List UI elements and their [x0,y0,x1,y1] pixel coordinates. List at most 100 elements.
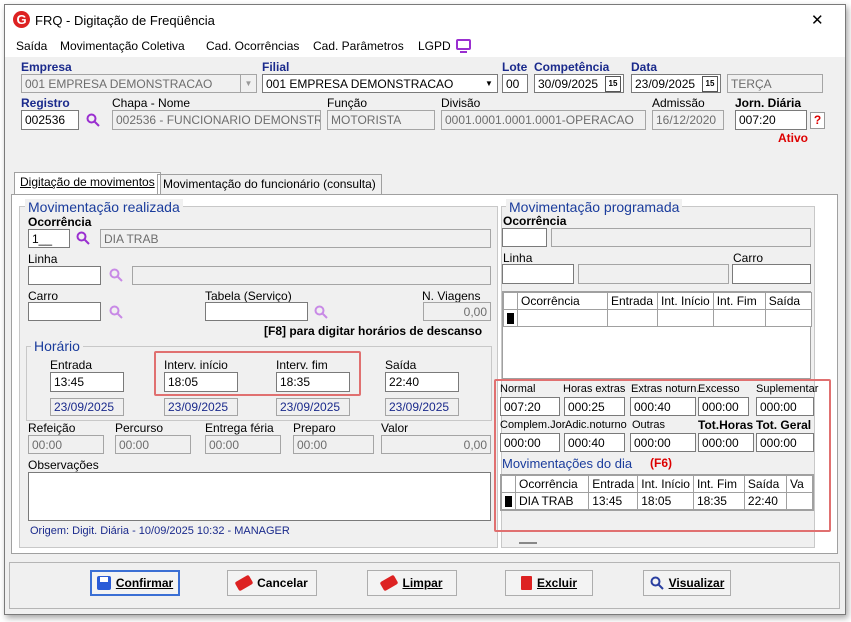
tab-digitacao[interactable]: Digitação de movimentos [14,172,161,194]
table-cell [785,492,813,510]
horario-title: Horário [31,338,83,354]
menu-movimentacao-coletiva[interactable]: Movimentação Coletiva [60,39,185,53]
table-cell [501,475,516,493]
interv-inicio-date: 23/09/2025 [164,398,238,416]
registro-input[interactable]: 002536 [21,110,79,130]
prog-linha-input[interactable] [502,264,574,284]
scroll-indicator[interactable] [519,542,537,544]
trash-icon [520,576,532,590]
search-icon[interactable] [314,305,328,319]
observacoes-textarea[interactable] [28,472,491,521]
menu-lgpd[interactable]: LGPD [418,39,451,53]
save-icon [96,576,111,590]
confirmar-button[interactable]: Confirmar [90,570,180,596]
table-row[interactable]: DIA TRAB 13:45 18:05 18:35 22:40 [501,492,813,510]
interv-fim-label: Interv. fim [276,358,328,372]
table-header: Ocorrência [514,475,590,493]
table-header-row: Ocorrência Entrada Int. Início Int. Fim … [503,292,812,310]
ocorrencia-code-input[interactable]: 1__ [28,229,70,248]
adic-field: 000:40 [564,433,625,452]
tabela-input[interactable] [205,302,308,321]
viagens-label: N. Viagens [422,289,481,303]
table-header: Entrada [588,475,639,493]
preparo-field: 00:00 [293,435,374,454]
app-logo-icon: G [13,11,30,28]
data-label: Data [631,60,658,74]
linha-label: Linha [28,252,58,266]
linha-input[interactable] [28,266,101,285]
table-cell: 13:45 [588,492,639,510]
carro-label: Carro [28,289,59,303]
search-icon[interactable] [86,113,100,127]
normal-field: 007:20 [500,397,560,416]
search-icon[interactable] [109,305,123,319]
menu-cad-parametros[interactable]: Cad. Parâmetros [313,39,404,53]
table-cell [657,309,714,327]
prog-ocorrencia-input[interactable] [502,228,547,247]
interv-inicio-input[interactable]: 18:05 [164,372,238,392]
tot-geral-label: Tot. Geral [756,418,812,432]
table-cell [503,292,518,310]
entrada-date: 23/09/2025 [50,398,124,416]
interv-fim-input[interactable]: 18:35 [276,372,350,392]
programada-title: Movimentação programada [506,199,683,215]
extras-not-field: 000:40 [630,397,696,416]
viagens-field: 0,00 [423,302,491,321]
table-cell: 22:40 [743,492,787,510]
tab-movimentacao-consulta[interactable]: Movimentação do funcionário (consulta) [157,174,382,194]
search-icon[interactable] [109,268,123,282]
table-header: Ocorrência [517,292,608,310]
admissao-field: 16/12/2020 [652,110,724,130]
jornada-field[interactable]: 007:20 [735,110,807,130]
ocorrencia-label: Ocorrência [28,215,92,229]
calendar-icon[interactable]: 15 [702,76,718,92]
table-header: Saída [764,292,812,310]
calendar-icon[interactable]: 15 [605,76,621,92]
adic-label: Adic.noturno [565,419,627,431]
prog-linha-desc [578,264,729,284]
limpar-button[interactable]: Limpar [367,570,457,596]
excesso-label: Excesso [698,383,740,395]
extras-field: 000:25 [564,397,625,416]
competencia-label: Competência [534,60,610,74]
table-header-row: Ocorrência Entrada Int. Início Int. Fim … [501,475,813,493]
extras-not-label: Extras noturn. [631,383,700,395]
empresa-select[interactable]: 001 EMPRESA DEMONSTRACAO [21,74,257,93]
table-cell [764,309,812,327]
excluir-button[interactable]: Excluir [505,570,593,596]
funcao-label: Função [327,96,368,110]
help-icon[interactable]: ? [810,112,825,129]
normal-label: Normal [500,383,536,395]
menu-saida[interactable]: Saída [16,39,47,53]
chevron-down-icon[interactable]: ▼ [240,75,256,92]
table-header: Saída [743,475,787,493]
close-icon[interactable]: ✕ [811,11,824,29]
prog-carro-input[interactable] [732,264,811,284]
weekday-field: TERÇA [727,74,823,93]
menu-cad-ocorrencias[interactable]: Cad. Ocorrências [206,39,299,53]
refeicao-label: Refeição [28,421,76,435]
table-row[interactable] [503,309,812,327]
registro-label: Registro [21,96,70,110]
search-icon[interactable] [76,231,90,245]
table-cell: 18:05 [637,492,694,510]
prog-linha-label: Linha [503,251,533,265]
filial-select[interactable]: 001 EMPRESA DEMONSTRACAO [262,74,498,93]
prog-carro-label: Carro [733,251,764,265]
lote-input[interactable]: 00 [502,74,528,93]
eraser-icon [380,574,399,592]
carro-input[interactable] [28,302,101,321]
cancelar-button[interactable]: Cancelar [227,570,317,596]
visualizar-button[interactable]: Visualizar [643,570,731,596]
dia-title: Movimentações do dia [502,456,633,471]
chevron-down-icon[interactable]: ▼ [481,75,497,92]
monitor-icon[interactable] [456,39,471,50]
table-header: Int. Fim [692,475,745,493]
suplementar-label: Suplementar [756,383,819,395]
outras-field: 000:00 [630,433,696,452]
table-cell [712,309,766,327]
saida-input[interactable]: 22:40 [385,372,459,392]
suplementar-field: 000:00 [756,397,814,416]
entrada-input[interactable]: 13:45 [50,372,124,392]
search-icon [650,576,664,590]
